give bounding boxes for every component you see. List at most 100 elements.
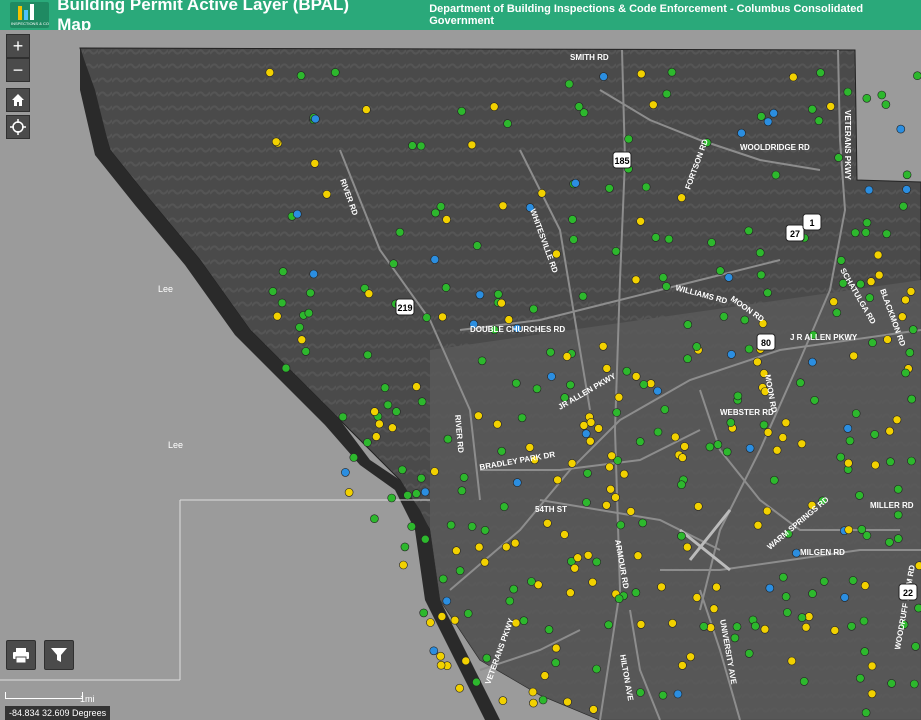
- permit-point[interactable]: [457, 106, 467, 116]
- permit-point[interactable]: [511, 378, 521, 388]
- permit-point[interactable]: [638, 518, 648, 528]
- permit-point[interactable]: [472, 677, 481, 687]
- permit-point[interactable]: [459, 473, 469, 482]
- permit-point[interactable]: [759, 420, 769, 430]
- permit-point[interactable]: [662, 89, 672, 99]
- permit-point[interactable]: [751, 621, 760, 631]
- permit-point[interactable]: [579, 421, 589, 430]
- permit-point[interactable]: [474, 411, 483, 421]
- permit-point[interactable]: [583, 550, 593, 560]
- permit-point[interactable]: [475, 290, 485, 300]
- permit-point[interactable]: [532, 384, 542, 394]
- permit-point[interactable]: [712, 582, 721, 592]
- permit-point[interactable]: [692, 593, 702, 602]
- permit-point[interactable]: [744, 344, 754, 354]
- permit-point[interactable]: [769, 475, 779, 485]
- permit-point[interactable]: [419, 608, 429, 618]
- permit-point[interactable]: [472, 241, 482, 250]
- permit-point[interactable]: [503, 119, 512, 128]
- permit-point[interactable]: [865, 293, 875, 303]
- permit-point[interactable]: [306, 288, 315, 298]
- permit-point[interactable]: [847, 621, 856, 631]
- permit-point[interactable]: [380, 383, 390, 393]
- permit-point[interactable]: [563, 697, 572, 707]
- permit-point[interactable]: [582, 498, 591, 507]
- permit-point[interactable]: [848, 576, 858, 585]
- permit-point[interactable]: [905, 348, 915, 357]
- permit-point[interactable]: [505, 596, 515, 606]
- permit-point[interactable]: [370, 407, 379, 416]
- permit-point[interactable]: [804, 612, 814, 621]
- permit-point[interactable]: [693, 502, 703, 511]
- permit-point[interactable]: [501, 542, 511, 552]
- permit-point[interactable]: [547, 372, 556, 381]
- permit-point[interactable]: [474, 542, 484, 552]
- permit-point[interactable]: [781, 418, 791, 428]
- permit-point[interactable]: [442, 596, 452, 606]
- permit-point[interactable]: [430, 255, 440, 264]
- permit-point[interactable]: [543, 518, 552, 528]
- permit-point[interactable]: [482, 653, 492, 663]
- permit-point[interactable]: [906, 287, 916, 296]
- permit-point[interactable]: [467, 522, 477, 531]
- permit-point[interactable]: [849, 351, 859, 361]
- permit-point[interactable]: [480, 557, 490, 567]
- permit-point[interactable]: [519, 616, 529, 626]
- permit-point[interactable]: [455, 566, 465, 576]
- permit-point[interactable]: [799, 677, 809, 686]
- permit-point[interactable]: [670, 432, 680, 442]
- permit-point[interactable]: [585, 436, 595, 446]
- permit-point[interactable]: [677, 193, 686, 202]
- permit-point[interactable]: [861, 708, 871, 718]
- permit-point[interactable]: [614, 392, 624, 402]
- permit-point[interactable]: [855, 673, 865, 683]
- permit-point[interactable]: [619, 469, 629, 479]
- permit-point[interactable]: [836, 452, 846, 462]
- permit-point[interactable]: [431, 208, 440, 218]
- permit-point[interactable]: [909, 679, 919, 689]
- permit-point[interactable]: [551, 658, 561, 668]
- permit-point[interactable]: [566, 588, 575, 598]
- permit-point[interactable]: [498, 696, 508, 705]
- permit-point[interactable]: [877, 90, 887, 100]
- permit-point[interactable]: [399, 560, 408, 570]
- permit-point[interactable]: [769, 108, 779, 118]
- permit-point[interactable]: [781, 592, 791, 601]
- permit-point[interactable]: [830, 626, 840, 635]
- permit-point[interactable]: [797, 439, 807, 449]
- permit-point[interactable]: [592, 557, 602, 567]
- permit-point[interactable]: [862, 531, 872, 540]
- permit-point[interactable]: [808, 357, 817, 367]
- permit-point[interactable]: [648, 100, 658, 110]
- permit-point[interactable]: [583, 468, 592, 478]
- permit-point[interactable]: [422, 313, 432, 322]
- permit-point[interactable]: [606, 484, 615, 494]
- permit-point[interactable]: [400, 542, 410, 552]
- permit-point[interactable]: [349, 453, 359, 462]
- permit-point[interactable]: [538, 695, 548, 705]
- permit-point[interactable]: [499, 502, 509, 512]
- permit-point[interactable]: [480, 525, 490, 535]
- permit-point[interactable]: [680, 442, 689, 451]
- permit-point[interactable]: [463, 609, 473, 618]
- permit-point[interactable]: [430, 467, 439, 476]
- permit-point[interactable]: [755, 248, 765, 257]
- permit-point[interactable]: [364, 289, 374, 299]
- permit-point[interactable]: [636, 217, 645, 226]
- permit-point[interactable]: [383, 400, 393, 410]
- permit-point[interactable]: [344, 488, 354, 497]
- permit-point[interactable]: [581, 429, 591, 439]
- permit-point[interactable]: [589, 705, 598, 714]
- permit-point[interactable]: [678, 453, 687, 462]
- permit-point[interactable]: [278, 267, 288, 276]
- permit-point[interactable]: [744, 649, 754, 658]
- permit-point[interactable]: [897, 312, 907, 322]
- permit-point[interactable]: [599, 72, 608, 81]
- permit-point[interactable]: [653, 427, 663, 437]
- permit-point[interactable]: [843, 424, 853, 433]
- permit-point[interactable]: [851, 409, 861, 418]
- permit-point[interactable]: [529, 698, 538, 708]
- permit-point[interactable]: [709, 604, 719, 614]
- permit-point[interactable]: [636, 688, 645, 697]
- permit-point[interactable]: [715, 266, 725, 275]
